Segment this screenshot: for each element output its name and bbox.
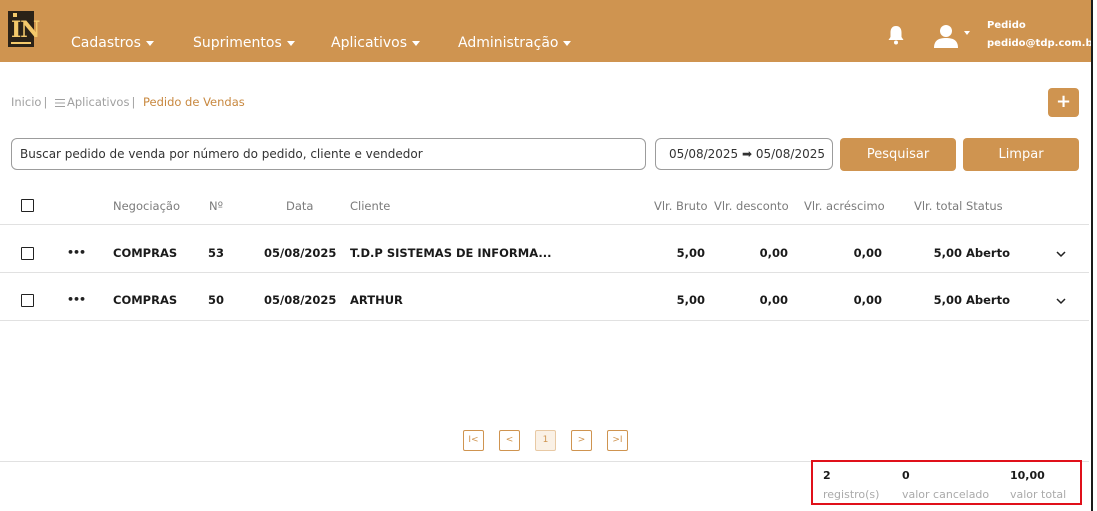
column-header-vlr-total[interactable]: Vlr. total (914, 199, 962, 213)
cell-cliente: T.D.P SISTEMAS DE INFORMA... (350, 246, 552, 260)
add-order-button[interactable]: + (1048, 88, 1079, 117)
row-divider (0, 320, 1089, 321)
breadcrumb-separator: | (43, 95, 48, 109)
summary-cancelado-label: valor cancelado (902, 488, 990, 501)
nav-menu-cadastros[interactable]: Cadastros (71, 35, 154, 51)
pagination-next-button[interactable]: > (571, 430, 592, 451)
search-button[interactable]: Pesquisar (840, 138, 956, 171)
cell-cliente: ARTHUR (350, 293, 403, 307)
app-logo[interactable]: IN (8, 11, 40, 47)
cell-vlr-bruto: 5,00 (676, 246, 705, 260)
cell-vlr-desconto: 0,00 (759, 246, 788, 260)
bell-icon[interactable] (887, 25, 905, 45)
user-icon[interactable] (934, 24, 958, 48)
user-name: Pedido (987, 20, 1026, 31)
nav-label: Cadastros (71, 35, 141, 51)
window-border (1091, 0, 1093, 511)
pagination-first-button[interactable]: I< (463, 430, 484, 451)
pagination-page-current[interactable]: 1 (535, 430, 556, 451)
menu-lines-icon (54, 98, 65, 107)
cell-vlr-total: 5,00 (933, 293, 962, 307)
summary-cancelado-value: 0 (902, 469, 910, 482)
breadcrumb-current: Pedido de Vendas (142, 95, 245, 109)
breadcrumb-section[interactable]: Aplicativos (67, 95, 129, 109)
nav-menu-suprimentos[interactable]: Suprimentos (193, 35, 295, 51)
nav-menu-administracao[interactable]: Administração (458, 35, 572, 51)
row-checkbox[interactable] (21, 294, 34, 307)
row-actions-more-icon[interactable]: ••• (67, 293, 86, 306)
breadcrumb-home[interactable]: Inicio (11, 95, 41, 109)
summary-registros-label: registro(s) (823, 488, 880, 501)
top-navigation-bar: IN Cadastros Suprimentos Aplicativos Adm… (0, 0, 1097, 62)
pagination-last-button[interactable]: >I (607, 430, 628, 451)
row-divider (0, 224, 1089, 225)
column-header-status[interactable]: Status (966, 199, 1003, 213)
cell-status: Aberto (966, 246, 1011, 260)
cell-status: Aberto (966, 293, 1011, 307)
cell-numero: 50 (208, 293, 225, 307)
row-actions-more-icon[interactable]: ••• (67, 246, 86, 259)
breadcrumb-separator: | (131, 95, 136, 109)
row-divider (0, 272, 1089, 273)
cell-vlr-desconto: 0,00 (759, 293, 788, 307)
breadcrumb: Inicio | Aplicativos | Pedido de Vendas (11, 95, 245, 109)
clear-button[interactable]: Limpar (963, 138, 1079, 171)
column-header-cliente[interactable]: Cliente (350, 199, 390, 213)
cell-negociacao: COMPRAS (113, 293, 178, 307)
user-email: pedido@tdp.com.br (987, 38, 1097, 49)
caret-down-icon (145, 40, 154, 46)
summary-total-label: valor total (1010, 488, 1067, 501)
expand-chevron-down-icon[interactable] (1056, 249, 1066, 259)
column-header-numero[interactable]: Nº (209, 199, 223, 213)
summary-registros-value: 2 (823, 469, 831, 482)
column-header-negociacao[interactable]: Negociação (113, 199, 180, 213)
column-header-vlr-desconto[interactable]: Vlr. desconto (714, 199, 789, 213)
logo-text: IN (11, 17, 40, 43)
pagination-prev-button[interactable]: < (499, 430, 520, 451)
column-header-vlr-acrescimo[interactable]: Vlr. acréscimo (804, 199, 885, 213)
nav-label: Aplicativos (331, 35, 408, 51)
row-checkbox[interactable] (21, 247, 34, 260)
cell-vlr-acrescimo: 0,00 (853, 246, 882, 260)
column-header-data[interactable]: Data (286, 199, 313, 213)
cell-numero: 53 (208, 246, 225, 260)
search-input[interactable] (11, 138, 646, 170)
cell-data: 05/08/2025 (264, 293, 337, 307)
caret-down-icon (412, 40, 421, 46)
cell-negociacao: COMPRAS (113, 246, 178, 260)
cell-vlr-bruto: 5,00 (676, 293, 705, 307)
column-header-vlr-bruto[interactable]: Vlr. Bruto (654, 199, 708, 213)
nav-label: Suprimentos (193, 35, 282, 51)
date-range-picker[interactable]: 05/08/2025 ➡ 05/08/2025 (655, 138, 833, 170)
caret-down-icon (286, 40, 295, 46)
nav-label: Administração (458, 35, 559, 51)
nav-menu-aplicativos[interactable]: Aplicativos (331, 35, 421, 51)
summary-total-value: 10,00 (1010, 469, 1045, 482)
select-all-checkbox[interactable] (21, 199, 34, 212)
caret-down-icon (563, 40, 572, 46)
cell-data: 05/08/2025 (264, 246, 337, 260)
user-menu-caret-icon[interactable] (964, 31, 970, 35)
cell-vlr-acrescimo: 0,00 (853, 293, 882, 307)
expand-chevron-down-icon[interactable] (1056, 296, 1066, 306)
cell-vlr-total: 5,00 (933, 246, 962, 260)
